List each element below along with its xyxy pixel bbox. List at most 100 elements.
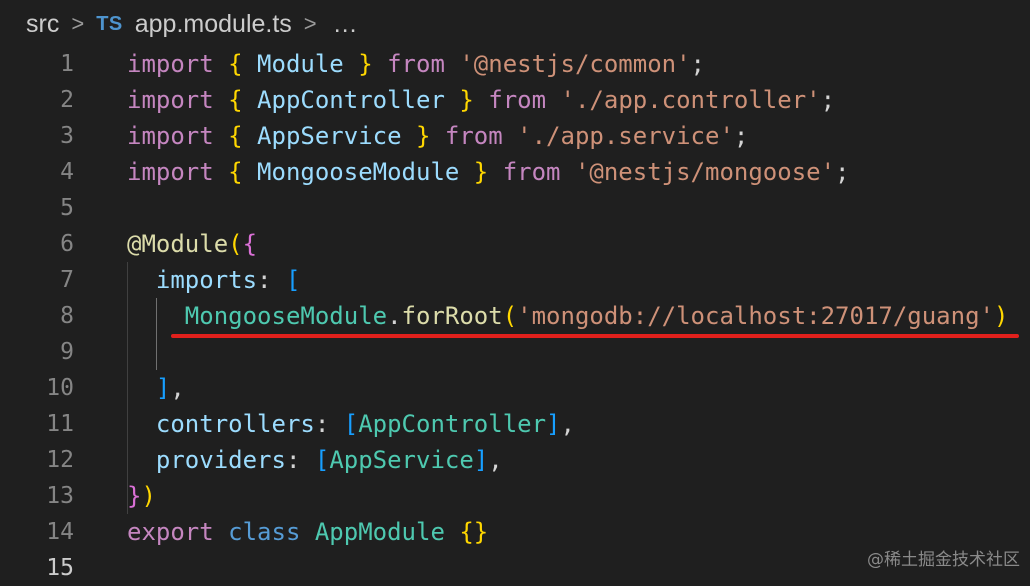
code-token: ; bbox=[733, 122, 749, 150]
line-number: 14 bbox=[46, 519, 74, 545]
code-token: from bbox=[387, 50, 445, 78]
code-line[interactable]: 13}) bbox=[0, 478, 1030, 514]
code-token: ( bbox=[228, 230, 243, 258]
code-line[interactable]: 11 controllers: [AppController], bbox=[0, 406, 1030, 442]
code-line[interactable]: 12 providers: [AppService], bbox=[0, 442, 1030, 478]
code-text: controllers: [AppController], bbox=[127, 406, 575, 442]
code-token: export bbox=[127, 518, 214, 546]
code-token: AppService bbox=[242, 122, 416, 150]
code-token: providers bbox=[127, 446, 286, 474]
breadcrumb-symbol-ellipsis[interactable]: … bbox=[333, 10, 358, 39]
code-token: imports bbox=[127, 266, 258, 294]
code-text: providers: [AppService], bbox=[127, 442, 503, 478]
line-number: 9 bbox=[60, 339, 74, 365]
code-token: {} bbox=[459, 518, 489, 546]
highlight-underline bbox=[171, 334, 1019, 338]
code-text: import { MongooseModule } from '@nestjs/… bbox=[127, 154, 850, 190]
code-token: [ bbox=[343, 410, 359, 438]
code-token: { bbox=[228, 122, 243, 150]
code-line[interactable]: 8 MongooseModule.forRoot('mongodb://loca… bbox=[0, 298, 1030, 334]
code-token: } bbox=[358, 50, 373, 78]
code-token: : bbox=[257, 266, 286, 294]
code-text: @Module({ bbox=[127, 226, 257, 262]
breadcrumb-file[interactable]: app.module.ts bbox=[135, 10, 292, 39]
code-line[interactable]: 5 bbox=[0, 190, 1030, 226]
code-text: import { AppController } from './app.con… bbox=[127, 82, 835, 118]
code-token: ] bbox=[546, 410, 561, 438]
line-number: 3 bbox=[60, 123, 74, 149]
code-line[interactable]: 3 import { AppService } from './app.servi… bbox=[0, 118, 1030, 154]
code-text: import { AppService } from './app.servic… bbox=[127, 118, 748, 154]
code-token: @Module bbox=[127, 230, 229, 258]
code-line[interactable]: 2 import { AppController } from './app.co… bbox=[0, 82, 1030, 118]
code-line[interactable]: 6 @Module({ bbox=[0, 226, 1030, 262]
code-token: import bbox=[127, 122, 214, 150]
code-token: , bbox=[560, 410, 575, 438]
line-number: 15 bbox=[46, 555, 74, 581]
line-number: 13 bbox=[46, 483, 74, 509]
line-number: 4 bbox=[60, 159, 74, 185]
code-token: from bbox=[502, 158, 561, 186]
code-token: AppService bbox=[329, 446, 474, 474]
code-token: class bbox=[228, 518, 301, 546]
code-token: } bbox=[459, 86, 474, 114]
line-number: 12 bbox=[46, 447, 74, 473]
code-token: ) bbox=[141, 482, 156, 510]
code-token: AppController bbox=[242, 86, 460, 114]
code-token: import bbox=[127, 158, 214, 186]
code-token: ] bbox=[155, 374, 171, 402]
line-number: 10 bbox=[46, 375, 74, 401]
code-token: './app.service' bbox=[517, 122, 734, 150]
code-token: : bbox=[285, 446, 315, 474]
watermark: @稀土掘金技术社区 bbox=[867, 550, 1020, 570]
code-token: [ bbox=[314, 446, 330, 474]
code-text: imports: [ bbox=[127, 262, 301, 298]
code-line[interactable]: 10 ], bbox=[0, 370, 1030, 406]
code-token: AppController bbox=[358, 410, 547, 438]
code-token: ] bbox=[473, 446, 489, 474]
code-token: import bbox=[127, 50, 214, 78]
code-token: ; bbox=[835, 158, 850, 186]
line-number: 1 bbox=[60, 51, 74, 77]
chevron-right-icon: > bbox=[71, 11, 85, 36]
code-line[interactable]: 7 imports: [ bbox=[0, 262, 1030, 298]
code-line[interactable]: 9 bbox=[0, 334, 1030, 370]
code-token: } bbox=[127, 482, 142, 510]
code-token: 'mongodb://localhost:27017/guang' bbox=[517, 302, 994, 330]
line-number: 7 bbox=[60, 267, 74, 293]
code-editor[interactable]: 1 import { Module } from '@nestjs/common'… bbox=[0, 46, 1030, 581]
code-token: Module bbox=[242, 50, 359, 78]
line-number: 6 bbox=[60, 231, 74, 257]
line-number: 8 bbox=[60, 303, 74, 329]
code-token: { bbox=[228, 50, 243, 78]
chevron-right-icon: > bbox=[303, 11, 317, 36]
code-token: , bbox=[170, 374, 185, 402]
code-token: from bbox=[488, 86, 547, 114]
breadcrumb-folder[interactable]: src bbox=[26, 10, 59, 39]
code-text: export class AppModule {} bbox=[127, 514, 488, 550]
code-token: { bbox=[228, 86, 243, 114]
code-token: ( bbox=[502, 302, 518, 330]
code-token: { bbox=[242, 230, 258, 258]
line-number: 11 bbox=[46, 411, 74, 437]
code-token: ; bbox=[820, 86, 836, 114]
code-line[interactable]: 4 import { MongooseModule } from '@nestjs… bbox=[0, 154, 1030, 190]
code-line[interactable]: 1 import { Module } from '@nestjs/common'… bbox=[0, 46, 1030, 82]
code-token: import bbox=[127, 86, 214, 114]
code-token: [ bbox=[285, 266, 301, 294]
code-token: } bbox=[473, 158, 489, 186]
code-token: ; bbox=[690, 50, 705, 78]
